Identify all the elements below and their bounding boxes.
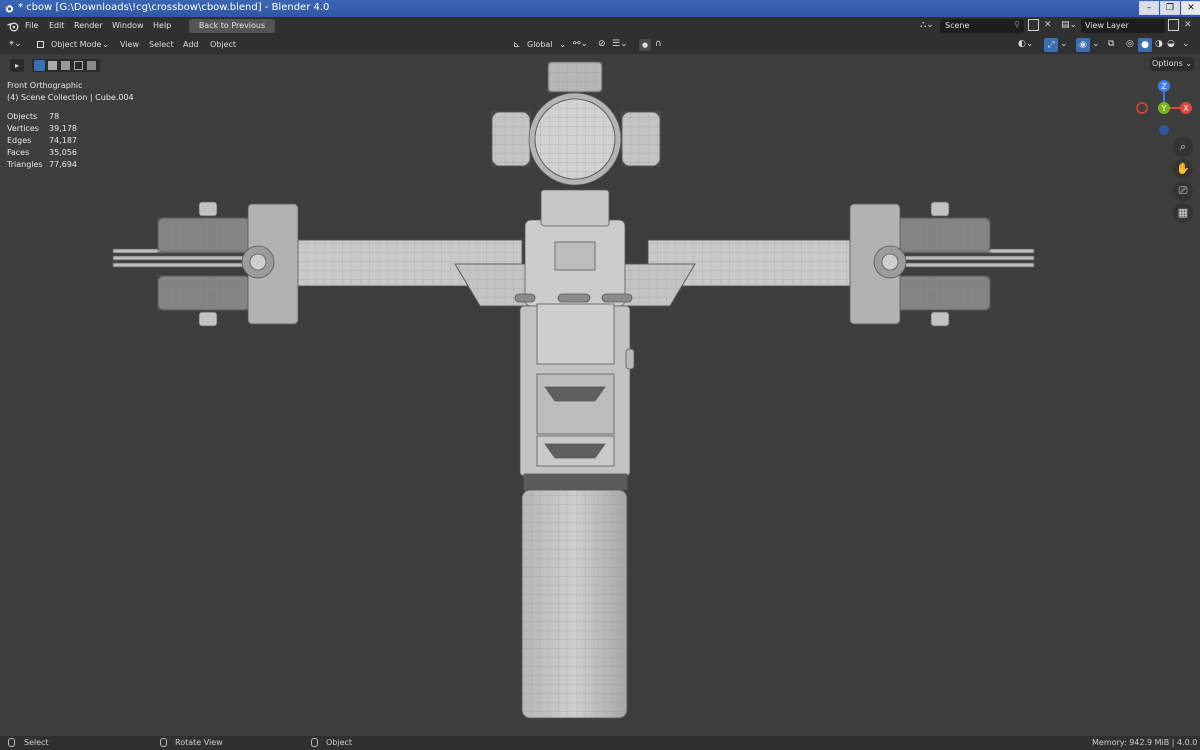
3d-viewport[interactable]: ▸ Front Orthographic (4) Scene Collectio…: [0, 54, 1200, 736]
central-body: [454, 189, 696, 477]
snap-icon[interactable]: ⊘: [598, 39, 606, 49]
window-title: * cbow [G:\Downloads\!cg\crossbow\cbow.b…: [18, 2, 330, 13]
grip: [521, 473, 628, 719]
grid-view-icon[interactable]: ▦: [1173, 203, 1193, 223]
object-mode-icon: [37, 41, 44, 48]
chevron-down-icon: ⌄: [559, 40, 566, 49]
orientation-axes-icon: ⊾: [513, 40, 521, 50]
axis-z-label: Z: [1161, 82, 1167, 91]
mouse-middle-icon: [160, 738, 167, 747]
menu-edit[interactable]: Edit: [49, 21, 65, 30]
window-titlebar: * cbow [G:\Downloads\!cg\crossbow\cbow.b…: [0, 0, 1200, 17]
visibility-icon[interactable]: ◐⌄: [1018, 39, 1033, 49]
top-menubar: File Edit Render Window Help Back to Pre…: [0, 17, 1200, 36]
status-select: Select: [24, 738, 49, 747]
pin-icon[interactable]: ⚲: [1014, 20, 1020, 29]
proportional-editing-icon[interactable]: ●: [639, 39, 651, 51]
menu-render[interactable]: Render: [74, 21, 102, 30]
wireframe-shading-icon[interactable]: ◎: [1126, 39, 1134, 49]
new-scene-icon[interactable]: [1028, 19, 1039, 31]
rendered-shading-icon[interactable]: ◒: [1167, 39, 1175, 49]
pivot-point-icon[interactable]: ⚯⌄: [573, 39, 588, 49]
shading-dropdown-icon[interactable]: ⌄: [1182, 39, 1190, 49]
overlays-toggle-icon[interactable]: ◉: [1076, 38, 1090, 52]
crossbow-model[interactable]: [0, 54, 1200, 736]
navigation-gizmo[interactable]: Z Y X: [1134, 78, 1194, 138]
blender-menu-icon[interactable]: [7, 21, 19, 32]
viewport-header: ⌖⌄ Object Mode ⌄ View Select Add Object …: [0, 36, 1200, 54]
transform-orientation-dropdown[interactable]: ⊾ Global ⌄: [510, 38, 568, 52]
menu-help[interactable]: Help: [153, 21, 171, 30]
close-button[interactable]: ✕: [1181, 1, 1200, 15]
menu-object[interactable]: Object: [210, 40, 236, 49]
gizmo-dropdown-icon[interactable]: ⌄: [1060, 39, 1068, 49]
pan-hand-icon[interactable]: ✋: [1173, 159, 1193, 179]
status-rotate: Rotate View: [175, 738, 223, 747]
axis-neg-x-handle[interactable]: [1136, 102, 1148, 114]
editor-type-icon[interactable]: ⌖⌄: [9, 39, 22, 49]
falloff-icon[interactable]: ∩: [655, 39, 662, 49]
xray-icon[interactable]: ⧉: [1108, 39, 1114, 49]
menu-window[interactable]: Window: [112, 21, 144, 30]
menu-add[interactable]: Add: [183, 40, 199, 49]
scope: [491, 61, 661, 186]
mouse-left-icon: [8, 738, 15, 747]
axis-neg-z-handle[interactable]: [1159, 125, 1169, 135]
gizmo-toggle-icon[interactable]: ⤢: [1044, 38, 1058, 52]
menu-file[interactable]: File: [25, 21, 38, 30]
memory-usage: Memory: 942.9 MiB | 4.0.0: [1092, 738, 1198, 747]
back-to-previous-button[interactable]: Back to Previous: [189, 19, 275, 33]
delete-scene-icon[interactable]: ✕: [1044, 20, 1052, 30]
maximize-button[interactable]: ❐: [1160, 1, 1180, 15]
chevron-down-icon: ⌄: [102, 40, 109, 49]
view-layer-field[interactable]: View Layer: [1081, 19, 1165, 33]
object-mode-dropdown[interactable]: Object Mode ⌄: [34, 38, 112, 52]
view-layer-selector-icon[interactable]: ▤⌄: [1061, 20, 1077, 30]
new-view-layer-icon[interactable]: [1168, 19, 1179, 31]
axis-x-label: X: [1183, 104, 1189, 113]
snap-target-icon[interactable]: ☰⌄: [612, 39, 628, 49]
mouse-right-icon: [311, 738, 318, 747]
menu-select[interactable]: Select: [149, 40, 174, 49]
status-bar: Select Rotate View Object Memory: 942.9 …: [0, 736, 1200, 750]
minimize-button[interactable]: –: [1139, 1, 1159, 15]
status-object: Object: [326, 738, 353, 747]
camera-view-icon[interactable]: ⎚: [1173, 181, 1193, 201]
scene-field[interactable]: Scene ⚲: [940, 19, 1024, 33]
zoom-icon[interactable]: ⌕: [1173, 137, 1193, 157]
material-shading-icon[interactable]: ◑: [1155, 39, 1163, 49]
overlays-dropdown-icon[interactable]: ⌄: [1092, 39, 1100, 49]
menu-view[interactable]: View: [120, 40, 139, 49]
solid-shading-icon[interactable]: ●: [1138, 38, 1152, 52]
axis-y-label: Y: [1161, 104, 1167, 113]
blender-logo-icon: [3, 5, 14, 13]
scene-selector-icon[interactable]: ⛬⌄: [920, 20, 934, 30]
delete-view-layer-icon[interactable]: ✕: [1184, 20, 1192, 30]
